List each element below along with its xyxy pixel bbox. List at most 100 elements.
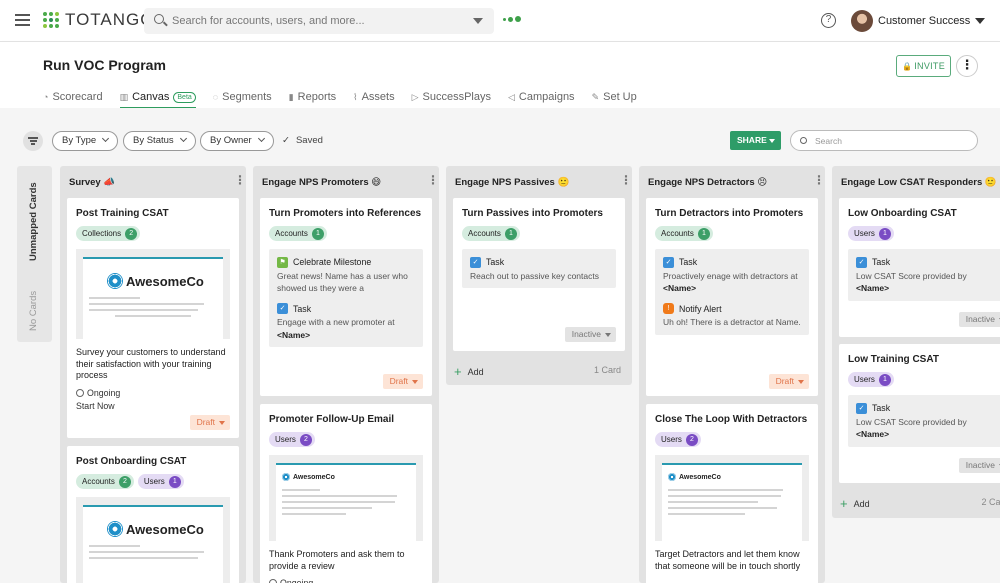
add-label: Add — [853, 499, 870, 509]
tab-segments[interactable]: ◌ Segments — [213, 89, 272, 105]
column-menu-icon[interactable]: ⋮ — [234, 174, 246, 186]
tab-label: Canvas — [132, 91, 170, 103]
card-promoter-follow-up-email[interactable]: Promoter Follow-Up Email Users 2 AwesomeC… — [260, 404, 432, 583]
tab-successplays[interactable]: ▷ SuccessPlays — [412, 89, 491, 105]
card-tags: Accounts 2 Users 1 — [67, 469, 239, 489]
task-checkbox-icon: ✓ — [277, 303, 288, 315]
tab-scorecard[interactable]: ◔ Scorecard — [43, 89, 103, 105]
task-block: ✓ Task Proactively enage with detractors … — [655, 249, 809, 335]
tag-accounts: Accounts 1 — [655, 226, 713, 241]
column-engage-nps-promoters: Engage NPS Promoters 😄 ⋮ Turn Promoters i… — [253, 166, 439, 583]
user-name[interactable]: Customer Success — [878, 15, 970, 27]
column-header: Engage Low CSAT Responders 🙂 — [832, 166, 1000, 198]
unmapped-cards-column[interactable]: Unmapped Cards No Cards — [17, 166, 52, 342]
column-menu-icon[interactable]: ⋮ — [427, 174, 439, 186]
add-label: Add — [467, 367, 484, 377]
play-icon: ▷ — [411, 91, 419, 102]
global-search-input[interactable]: Search for accounts, users, and more... — [144, 8, 494, 34]
card-low-onboarding-csat[interactable]: Low Onboarding CSAT Users 1 ✓ Task Low CSA… — [839, 198, 1000, 337]
menu-icon[interactable] — [15, 14, 30, 26]
tag-users: Users 2 — [269, 432, 315, 447]
beta-badge: Beta — [173, 91, 196, 103]
column-engage-low-csat-responders: Engage Low CSAT Responders 🙂 Low Onboard… — [832, 166, 1000, 518]
filter-by-type[interactable]: By Type — [52, 131, 119, 151]
search-dropdown-icon[interactable] — [473, 18, 483, 24]
email-thumbnail: AwesomeCo — [655, 455, 809, 541]
column-menu-icon[interactable]: ⋮ — [813, 174, 825, 186]
card-title: Post Onboarding CSAT — [76, 456, 187, 467]
gauge-icon: ◔ — [43, 92, 49, 102]
filter-label: By Status — [133, 135, 174, 146]
tab-campaigns[interactable]: ◁ Campaigns — [508, 89, 575, 105]
card-tags: Accounts 1 — [260, 221, 432, 241]
task-block: ✓ Task Reach out to passive key contacts — [462, 249, 616, 288]
status-dropdown[interactable]: Inactive — [564, 327, 616, 342]
task-text: Reach out to passive key contacts — [470, 270, 599, 281]
tab-label: Campaigns — [518, 91, 575, 103]
card-tags: Accounts 1 — [453, 221, 625, 241]
card-turn-detractors-into-promoters[interactable]: Turn Detractors into Promoters Accounts 1… — [646, 198, 818, 396]
card-title: Turn Passives into Promoters — [462, 208, 603, 219]
tab-label: Scorecard — [52, 91, 103, 103]
status-dropdown[interactable]: Draft — [768, 374, 809, 389]
chevron-down-icon — [179, 134, 187, 143]
chevron-down-icon — [102, 134, 110, 143]
tab-label: SuccessPlays — [422, 91, 491, 103]
task-block: ✓ Task Low CSAT Score provided by <Name> — [848, 249, 1000, 301]
tab-canvas[interactable]: ▥ Canvas Beta — [119, 89, 196, 109]
task-text: Proactively enage with detractors at <Na… — [663, 270, 798, 294]
column-header: Engage NPS Detractors 😣 ⋮ — [639, 166, 825, 198]
add-card-button[interactable]: + Add — [454, 363, 484, 379]
filter-by-status[interactable]: By Status — [123, 131, 196, 151]
filter-label: By Owner — [210, 135, 252, 146]
share-button[interactable]: SHARE — [730, 131, 781, 150]
task-text: Low CSAT Score provided by — [856, 270, 967, 281]
help-icon[interactable]: ? — [821, 13, 836, 28]
status-dropdown[interactable]: Inactive — [958, 312, 1000, 327]
column-survey: Survey 📣 ⋮ Post Training CSAT Collections… — [60, 166, 246, 583]
invite-button[interactable]: 🔒 INVITE — [896, 55, 951, 77]
logo[interactable]: TOTANGO — [42, 10, 155, 30]
tab-reports[interactable]: ▮ Reports — [289, 89, 336, 105]
tab-assets[interactable]: ⌇ Assets — [353, 89, 394, 105]
column-engage-nps-passives: Engage NPS Passives 🙂 ⋮ Turn Passives int… — [446, 166, 632, 385]
email-thumbnail: AwesomeCo — [76, 249, 230, 339]
add-card-button[interactable]: + Add — [840, 495, 870, 511]
card-tags: Collections 2 — [67, 221, 239, 241]
status-dropdown[interactable]: Draft — [382, 374, 423, 389]
awesomeco-logo: AwesomeCo — [668, 473, 721, 481]
avatar[interactable] — [851, 10, 873, 32]
task-checkbox-icon: ✓ — [470, 256, 481, 268]
megaphone-icon: ◁ — [508, 91, 515, 102]
tab-label: Segments — [222, 91, 272, 103]
filter-bar: By Type By Status By Owner ✓ Saved SHARE … — [0, 130, 1000, 152]
status-dropdown[interactable]: Draft — [189, 415, 230, 430]
card-close-the-loop-with-detractors[interactable]: Close The Loop With Detractors Users 2 Aw… — [646, 404, 818, 583]
board-search-input[interactable]: Search — [790, 130, 978, 151]
plus-icon: + — [454, 364, 462, 379]
status-dropdown[interactable]: Inactive — [958, 458, 1000, 473]
column-menu-icon[interactable]: ⋮ — [620, 174, 632, 186]
columns-icon: ▥ — [119, 91, 129, 102]
card-post-onboarding-csat[interactable]: Post Onboarding CSAT Accounts 2 Users 1 Aw… — [67, 446, 239, 583]
task-checkbox-icon: ✓ — [663, 256, 674, 268]
tag-accounts: Accounts 2 — [76, 474, 134, 489]
search-icon — [800, 137, 807, 144]
user-menu-chevron-icon[interactable] — [975, 18, 985, 24]
filter-by-owner[interactable]: By Owner — [200, 131, 274, 151]
column-header: Survey 📣 ⋮ — [60, 166, 246, 198]
tag-accounts: Accounts 1 — [269, 226, 327, 241]
card-post-training-csat[interactable]: Post Training CSAT Collections 2 AwesomeC… — [67, 198, 239, 438]
page-title: Run VOC Program — [43, 57, 166, 73]
card-title: Close The Loop With Detractors — [655, 414, 808, 425]
filter-icon[interactable] — [23, 131, 43, 151]
more-options-icon[interactable]: ⋮ — [956, 55, 978, 77]
column-title: Survey 📣 — [69, 177, 116, 188]
card-turn-promoters-into-references[interactable]: Turn Promoters into References Accounts 1… — [260, 198, 432, 396]
card-turn-passives-into-promoters[interactable]: Turn Passives into Promoters Accounts 1 ✓… — [453, 198, 625, 351]
column-title: Engage Low CSAT Responders 🙂 — [841, 177, 997, 188]
card-low-training-csat[interactable]: Low Training CSAT Users 1 ✓ Task Low CSAT … — [839, 344, 1000, 483]
card-tags: Users 2 — [260, 427, 432, 447]
task-name-placeholder: <Name> — [856, 429, 890, 439]
tab-set-up[interactable]: ✎ Set Up — [592, 89, 637, 105]
